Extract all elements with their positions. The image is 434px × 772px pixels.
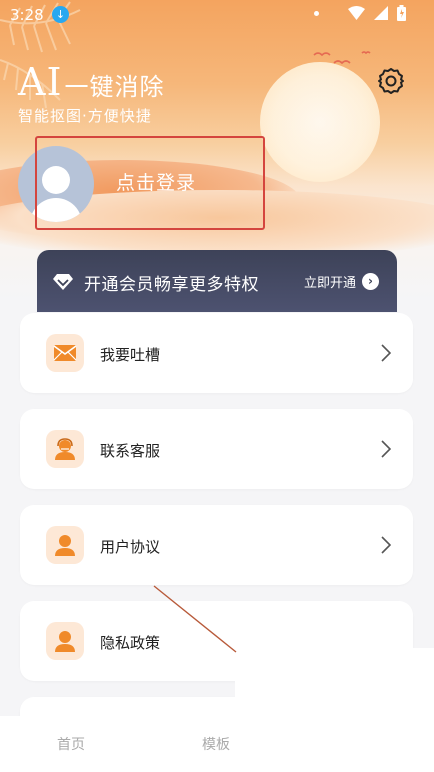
chevron-right-icon (381, 536, 391, 554)
chevron-right-icon (381, 440, 391, 458)
user-icon (46, 526, 84, 564)
status-bar: 3:28 ↓ (0, 0, 434, 30)
gear-icon[interactable] (376, 66, 406, 96)
vip-banner-text: 开通会员畅享更多特权 (84, 275, 259, 295)
chevron-right-icon: › (362, 273, 379, 290)
diamond-icon (53, 274, 73, 290)
menu-item-label: 用户协议 (100, 538, 161, 556)
menu-item-label: 我要吐槽 (100, 346, 161, 364)
tab-templates[interactable]: 模板 (202, 734, 230, 754)
vip-open-button[interactable]: 立即开通 › (304, 272, 379, 291)
highlight-annotation (35, 136, 265, 230)
menu-item-customer-service[interactable]: 联系客服 (20, 409, 413, 489)
mail-icon (46, 334, 84, 372)
app-title-main: AI (18, 60, 63, 104)
menu-item-feedback[interactable]: 我要吐槽 (20, 313, 413, 393)
wifi-icon (348, 6, 365, 20)
menu-item-user-agreement[interactable]: 用户协议 (20, 505, 413, 585)
vip-banner[interactable]: 开通会员畅享更多特权 立即开通 › (37, 250, 397, 312)
app-title-sub: 一键消除 (64, 73, 165, 101)
menu-item-label: 隐私政策 (100, 634, 161, 652)
vip-open-label: 立即开通 (303, 276, 356, 291)
app-subtitle: 智能抠图·方便快捷 (18, 107, 152, 125)
menu-item-label: 联系客服 (100, 442, 161, 460)
app-title: AI一键消除 (18, 62, 164, 107)
signal-icon (374, 6, 388, 20)
status-time: 3:28 (10, 6, 44, 24)
dot-icon (314, 10, 319, 16)
tab-home[interactable]: 首页 (57, 734, 85, 754)
customer-service-icon (46, 430, 84, 468)
user-icon (46, 622, 84, 660)
battery-icon (397, 5, 406, 21)
sun-decoration (260, 62, 380, 182)
chevron-right-icon (381, 344, 391, 362)
overlay-panel (235, 648, 434, 772)
download-icon: ↓ (52, 6, 69, 23)
